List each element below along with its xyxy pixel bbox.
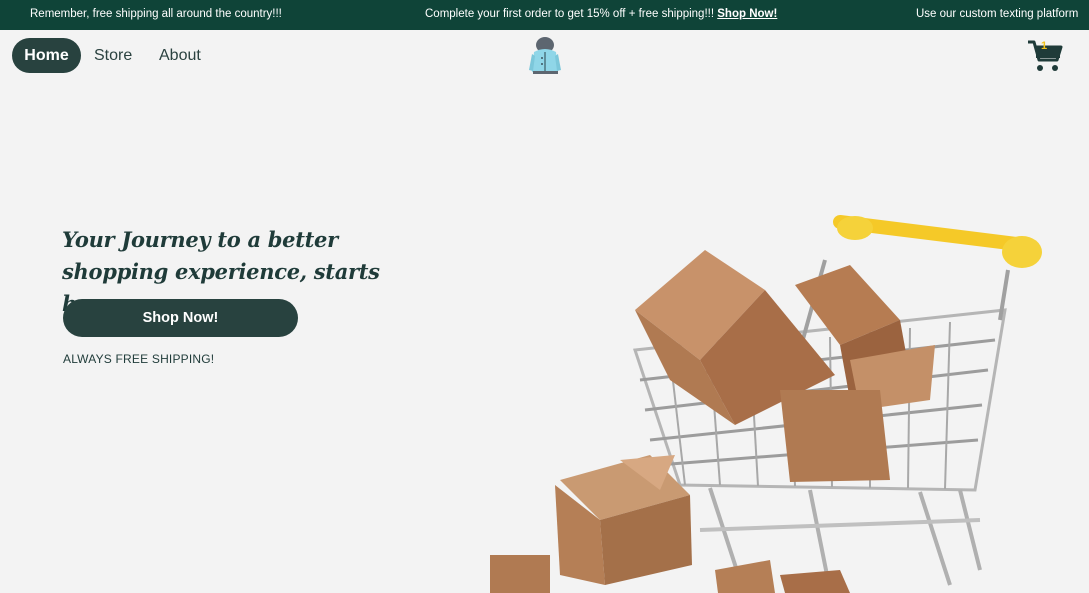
nav-about[interactable]: About: [159, 38, 201, 73]
announcement-text: Complete your first order to get 15% off…: [425, 8, 715, 20]
shop-now-link[interactable]: Shop Now!: [717, 8, 777, 20]
announcement-bar: Remember, free shipping all around the c…: [0, 0, 1089, 30]
cart-button[interactable]: 1: [1026, 38, 1064, 74]
shop-now-button[interactable]: Shop Now!: [63, 299, 298, 337]
shopping-cart-hero-image: [490, 215, 1042, 593]
main-nav: Home Store About 1: [0, 30, 1089, 82]
jacket-logo-icon[interactable]: [528, 36, 562, 76]
nav-store[interactable]: Store: [94, 38, 132, 73]
cart-count-badge: 1: [1041, 40, 1048, 52]
hero-title-line: Your Journey to a better: [62, 227, 338, 252]
free-shipping-text: ALWAYS FREE SHIPPING!: [63, 352, 215, 366]
announcement-message: Use our custom texting platform: [916, 8, 1079, 20]
nav-home[interactable]: Home: [12, 38, 81, 73]
announcement-message: Remember, free shipping all around the c…: [30, 8, 282, 20]
announcement-message: Complete your first order to get 15% off…: [425, 8, 777, 20]
cardboard-boxes-illustration: [490, 250, 935, 593]
